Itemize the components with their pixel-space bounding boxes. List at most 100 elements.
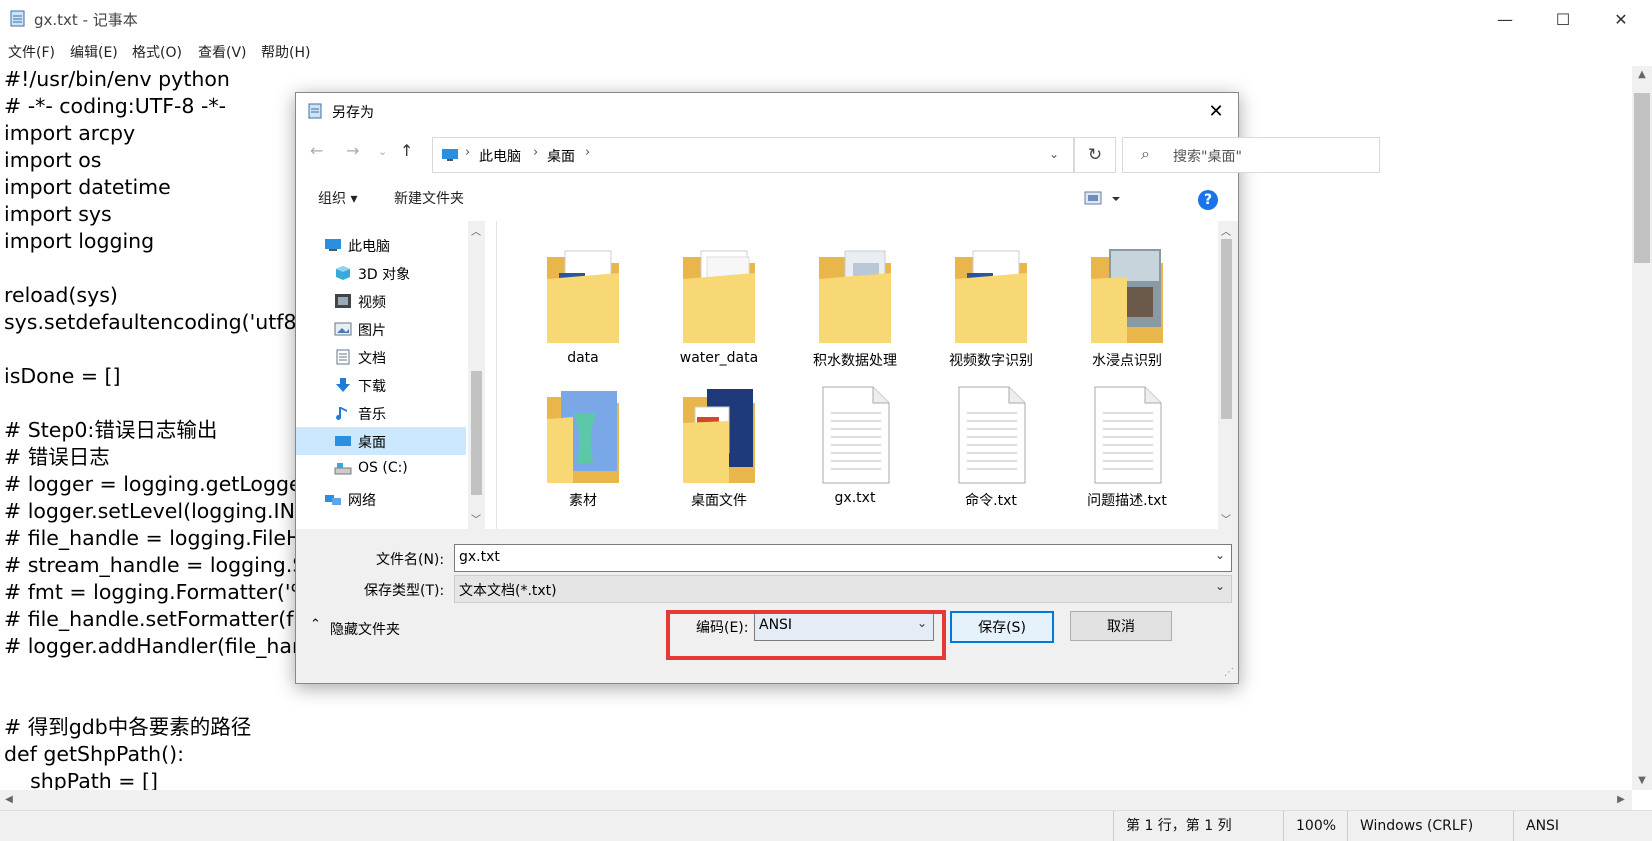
file-item-ponding-processing[interactable]: 积水数据处理: [791, 233, 919, 373]
editor-line: sys.setdefaultencoding('utf8'): [4, 310, 311, 334]
scrollbar-thumb[interactable]: [1634, 93, 1650, 263]
file-item-water-data[interactable]: water_data: [655, 233, 783, 373]
address-bar[interactable]: › 此电脑 › 桌面 › ⌄: [432, 137, 1074, 173]
editor-line: # Step0:错误日志输出: [4, 418, 218, 442]
breadcrumb-this-pc[interactable]: 此电脑: [479, 146, 521, 166]
back-arrow-icon[interactable]: ←: [310, 141, 323, 160]
window-title: gx.txt - 记事本: [34, 11, 138, 29]
filename-field[interactable]: gx.txt ⌄: [454, 544, 1232, 572]
menu-view[interactable]: 查看(V): [198, 42, 247, 62]
file-item-materials[interactable]: 素材: [519, 373, 647, 513]
chevron-down-icon[interactable]: ⌄: [1049, 147, 1059, 161]
file-item-gx-txt[interactable]: gx.txt: [791, 373, 919, 513]
zoom-level: 100%: [1283, 811, 1348, 841]
menu-help[interactable]: 帮助(H): [261, 42, 310, 62]
resize-grip-icon[interactable]: ⋰: [1224, 667, 1234, 678]
nav-item-videos[interactable]: 视频: [296, 287, 466, 315]
pc-icon: [325, 239, 341, 251]
nav-label: 下载: [358, 379, 386, 395]
up-arrow-icon[interactable]: ↑: [400, 141, 413, 160]
chevron-right-icon: ›: [533, 145, 539, 160]
pc-icon: [442, 149, 458, 161]
dialog-close-button[interactable]: ✕: [1194, 93, 1238, 129]
vertical-scrollbar[interactable]: ▲ ▼: [1632, 66, 1652, 790]
nav-label: 文档: [358, 351, 386, 367]
file-pane-scrollbar[interactable]: ︿ ﹀: [1218, 221, 1235, 529]
close-button[interactable]: ✕: [1592, 0, 1650, 38]
file-item-commands-txt[interactable]: 命令.txt: [927, 373, 1055, 513]
chevron-down-icon[interactable]: ⌄: [1215, 548, 1225, 562]
nav-label: 此电脑: [348, 239, 390, 255]
nav-label: 视频: [358, 295, 386, 311]
notepad-icon: [308, 103, 322, 119]
scroll-up-icon[interactable]: ︿: [471, 223, 481, 238]
nav-item-documents[interactable]: 文档: [296, 343, 466, 371]
save-button[interactable]: 保存(S): [950, 611, 1054, 643]
file-item-data[interactable]: W data: [519, 233, 647, 373]
nav-item-3d-objects[interactable]: 3D 对象: [296, 259, 466, 287]
view-options-icon[interactable]: [1084, 189, 1124, 207]
nav-item-downloads[interactable]: 下载: [296, 371, 466, 399]
maximize-button[interactable]: ☐: [1534, 0, 1592, 38]
nav-item-music[interactable]: 音乐: [296, 399, 466, 427]
nav-item-network[interactable]: 网络: [296, 485, 466, 513]
breadcrumb-desktop[interactable]: 桌面: [547, 146, 575, 166]
navigation-pane-scrollbar[interactable]: ︿ ﹀: [468, 221, 485, 529]
editor-line: import sys: [4, 202, 112, 226]
scroll-up-icon[interactable]: ▲: [1632, 66, 1652, 84]
scroll-up-icon[interactable]: ︿: [1221, 223, 1231, 238]
scroll-right-icon[interactable]: ▶: [1612, 790, 1630, 810]
scroll-left-icon[interactable]: ◀: [0, 790, 18, 810]
horizontal-scrollbar[interactable]: ◀ ▶: [0, 790, 1632, 810]
filetype-select[interactable]: 文本文档(*.txt) ⌄: [454, 575, 1232, 603]
desktop-icon: [335, 436, 351, 446]
editor-line: import datetime: [4, 175, 171, 199]
scrollbar-thumb[interactable]: [471, 371, 482, 495]
menu-file[interactable]: 文件(F): [8, 42, 55, 62]
editor-line: # logger = logging.getLogger(: [4, 472, 319, 496]
search-input[interactable]: ⌕ 搜索"桌面": [1122, 137, 1380, 173]
file-item-video-digit[interactable]: W 视频数字识别: [927, 233, 1055, 373]
cursor-position: 第 1 行，第 1 列: [1113, 811, 1276, 841]
scrollbar-thumb[interactable]: [1221, 239, 1232, 419]
nav-item-desktop[interactable]: 桌面: [296, 427, 466, 455]
refresh-button[interactable]: ↻: [1074, 137, 1116, 173]
nav-item-this-pc[interactable]: 此电脑: [296, 231, 466, 259]
editor-line: # 得到gdb中各要素的路径: [4, 715, 252, 739]
encoding-highlight-box: [666, 610, 946, 660]
file-item-flood-point[interactable]: 水浸点识别: [1063, 233, 1191, 373]
menu-edit[interactable]: 编辑(E): [70, 42, 118, 62]
recent-locations-icon[interactable]: ⌄: [378, 145, 387, 158]
nav-label: 音乐: [358, 407, 386, 423]
menu-format[interactable]: 格式(O): [132, 42, 182, 62]
folder-word-icon: W: [955, 250, 1027, 343]
scroll-down-icon[interactable]: ﹀: [471, 511, 481, 526]
navigation-pane: 此电脑 3D 对象 视频 图片 文档 下载 音乐 桌面 OS (C:) 网络: [296, 221, 496, 529]
status-bar: 第 1 行，第 1 列 100% Windows (CRLF) ANSI: [0, 810, 1652, 841]
scroll-down-icon[interactable]: ﹀: [1221, 511, 1231, 526]
forward-arrow-icon[interactable]: →: [346, 141, 359, 160]
nav-item-drive-c[interactable]: OS (C:): [296, 455, 466, 483]
new-folder-button[interactable]: 新建文件夹: [394, 188, 464, 208]
chevron-down-icon[interactable]: ⌄: [1215, 579, 1225, 593]
text-file-icon: [822, 386, 890, 484]
folder-image-icon: [819, 250, 891, 343]
editor-line: import arcpy: [4, 121, 136, 145]
chevron-up-icon[interactable]: ⌃: [310, 617, 321, 632]
organize-button[interactable]: 组织 ▾: [318, 188, 357, 208]
file-item-problem-description-txt[interactable]: 问题描述.txt: [1063, 373, 1191, 513]
cancel-button[interactable]: 取消: [1070, 611, 1172, 641]
close-icon: ✕: [1208, 100, 1224, 122]
nav-item-pictures[interactable]: 图片: [296, 315, 466, 343]
file-item-desktop-files[interactable]: P 桌面文件: [655, 373, 783, 513]
filetype-value: 文本文档(*.txt): [459, 583, 557, 599]
hide-folders-toggle[interactable]: 隐藏文件夹: [330, 619, 400, 639]
help-icon[interactable]: ?: [1198, 190, 1218, 210]
refresh-icon: ↻: [1087, 145, 1103, 165]
editor-line: isDone = []: [4, 364, 121, 388]
file-name: water_data: [679, 350, 759, 366]
editor-line: # -*- coding:UTF-8 -*-: [4, 94, 227, 118]
scroll-down-icon[interactable]: ▼: [1632, 772, 1652, 790]
minimize-button[interactable]: —: [1476, 0, 1534, 38]
filetype-label: 保存类型(T):: [364, 583, 445, 599]
